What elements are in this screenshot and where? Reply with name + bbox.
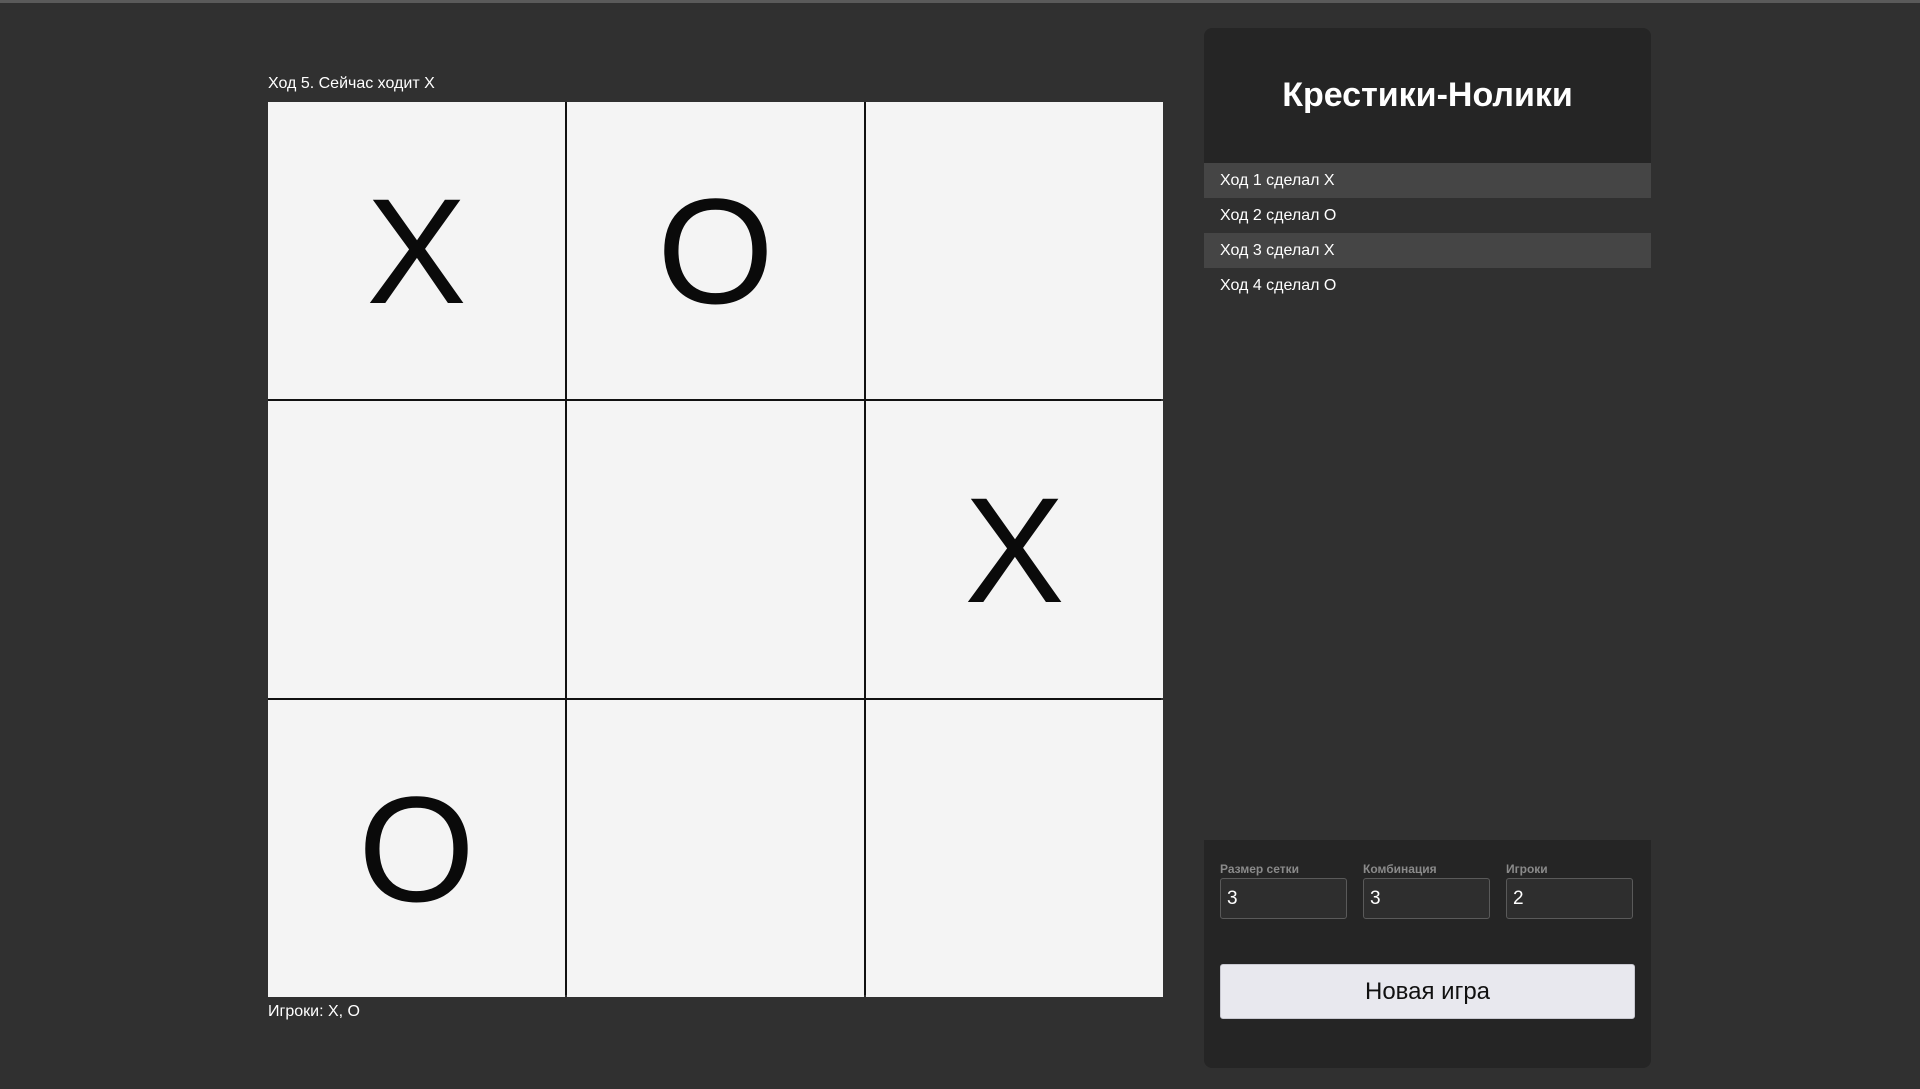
- board-cell[interactable]: X: [866, 401, 1163, 698]
- players-input[interactable]: [1506, 878, 1633, 919]
- players-field-group: Игроки: [1506, 862, 1633, 919]
- turn-status: Ход 5. Сейчас ходит X: [268, 75, 435, 92]
- top-divider: [0, 0, 1920, 3]
- grid-size-label: Размер сетки: [1220, 862, 1299, 876]
- board-cell[interactable]: [567, 401, 864, 698]
- players-info: Игроки: X, O: [268, 1003, 360, 1020]
- board-cell[interactable]: O: [268, 700, 565, 997]
- combination-label: Комбинация: [1363, 862, 1437, 876]
- board-cell[interactable]: [866, 102, 1163, 399]
- history-item[interactable]: Ход 1 сделал X: [1204, 163, 1651, 198]
- board-cell[interactable]: O: [567, 102, 864, 399]
- combination-input[interactable]: [1363, 878, 1490, 919]
- board-cell[interactable]: [866, 700, 1163, 997]
- settings-row: Размер сетки Комбинация Игроки: [1220, 862, 1635, 919]
- players-label: Игроки: [1506, 862, 1548, 876]
- game-board: X O X O: [268, 102, 1163, 997]
- board-cell[interactable]: X: [268, 102, 565, 399]
- game-area: Ход 5. Сейчас ходит X X O X O Игроки: X,…: [268, 72, 1164, 1021]
- side-panel: Крестики-Нолики Ход 1 сделал X Ход 2 сде…: [1204, 28, 1651, 1068]
- combination-field-group: Комбинация: [1363, 862, 1490, 919]
- game-title: Крестики-Нолики: [1282, 76, 1573, 114]
- board-cell[interactable]: [268, 401, 565, 698]
- move-history: Ход 1 сделал X Ход 2 сделал O Ход 3 сдел…: [1204, 163, 1651, 840]
- history-item[interactable]: Ход 4 сделал O: [1204, 268, 1651, 303]
- board-cell[interactable]: [567, 700, 864, 997]
- history-item[interactable]: Ход 2 сделал O: [1204, 198, 1651, 233]
- grid-size-field-group: Размер сетки: [1220, 862, 1347, 919]
- grid-size-input[interactable]: [1220, 878, 1347, 919]
- new-game-button[interactable]: Новая игра: [1220, 964, 1635, 1019]
- history-item[interactable]: Ход 3 сделал X: [1204, 233, 1651, 268]
